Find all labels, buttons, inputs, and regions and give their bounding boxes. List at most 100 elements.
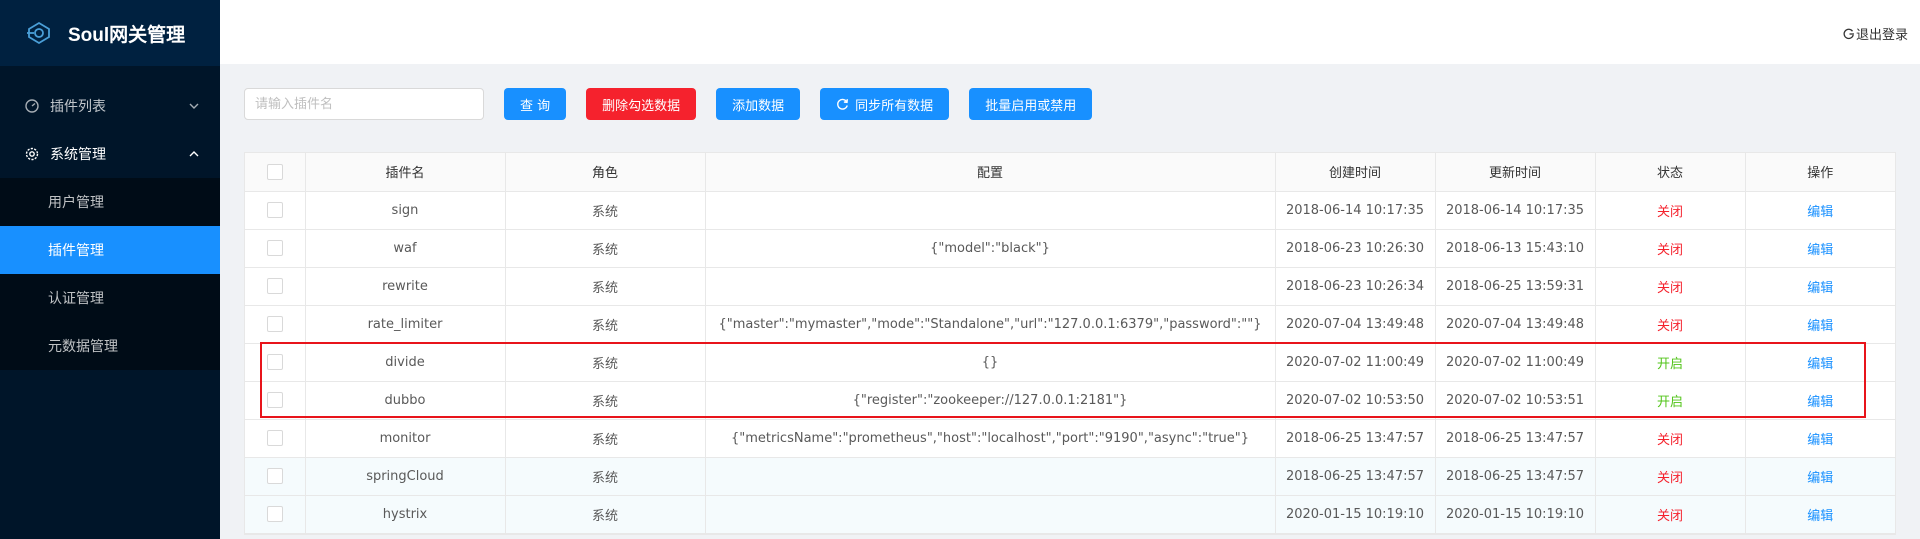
config-cell: [705, 457, 1276, 496]
status-cell: 关闭: [1595, 457, 1746, 496]
role-cell: 系统: [505, 495, 706, 534]
column-header: 角色: [505, 153, 706, 192]
edit-link[interactable]: 编辑: [1807, 395, 1833, 410]
column-header: 状态: [1595, 153, 1746, 192]
row-select-cell[interactable]: [245, 419, 306, 458]
logout-button[interactable]: 退出登录: [1843, 24, 1908, 43]
row-select-cell[interactable]: [245, 305, 306, 344]
config-cell: {}: [705, 343, 1276, 382]
config-cell: {"model":"black"}: [705, 229, 1276, 268]
row-select-cell[interactable]: [245, 267, 306, 306]
table-row: monitor 系统 {"metricsName":"prometheus","ho…: [245, 419, 1895, 458]
plugin-name-cell: monitor: [305, 419, 506, 458]
sidebar-item-plugin-management[interactable]: 插件管理: [0, 226, 220, 274]
row-checkbox[interactable]: [266, 316, 283, 332]
edit-link[interactable]: 编辑: [1807, 243, 1833, 258]
table-row: rewrite 系统 2018-06-23 10:26:34 2018-06-25 1…: [245, 267, 1895, 306]
sync-label: 同步所有数据: [855, 98, 934, 114]
batch-toggle-button[interactable]: 批量启用或禁用: [969, 88, 1093, 120]
sidebar-item-user-management[interactable]: 用户管理: [0, 178, 220, 226]
status-cell: 关闭: [1595, 305, 1746, 344]
created-time-cell: 2018-06-25 13:47:57: [1275, 457, 1436, 496]
status-cell: 关闭: [1595, 229, 1746, 268]
table-row: springCloud 系统 2018-06-25 13:47:57 2018-06-…: [245, 457, 1895, 496]
created-time-cell: 2020-01-15 10:19:10: [1275, 495, 1436, 534]
edit-link[interactable]: 编辑: [1807, 471, 1833, 486]
role-cell: 系统: [505, 229, 706, 268]
status-cell: 关闭: [1595, 495, 1746, 534]
edit-link[interactable]: 编辑: [1807, 357, 1833, 372]
row-select-cell[interactable]: [245, 457, 306, 496]
search-input[interactable]: [244, 88, 484, 120]
table-row: rate_limiter 系统 {"master":"mymaster","mode…: [245, 305, 1895, 344]
row-select-cell[interactable]: [245, 229, 306, 268]
row-checkbox[interactable]: [266, 278, 283, 294]
select-all-checkbox[interactable]: [266, 163, 283, 180]
status-cell: 关闭: [1595, 191, 1746, 230]
edit-link[interactable]: 编辑: [1807, 509, 1833, 524]
row-checkbox[interactable]: [266, 506, 283, 522]
plugin-name-cell: waf: [305, 229, 506, 268]
add-data-button[interactable]: 添加数据: [716, 88, 801, 120]
edit-link[interactable]: 编辑: [1807, 281, 1833, 296]
sidebar-item-plugin-list[interactable]: 插件列表: [0, 82, 220, 130]
created-time-cell: 2020-07-04 13:49:48: [1275, 305, 1436, 344]
row-checkbox[interactable]: [266, 202, 283, 218]
logo[interactable]: Soul网关管理: [0, 0, 220, 66]
row-checkbox[interactable]: [266, 430, 283, 446]
row-checkbox[interactable]: [266, 354, 283, 370]
table-row: dubbo 系统 {"register":"zookeeper://127.0.0.…: [245, 381, 1895, 420]
role-cell: 系统: [505, 267, 706, 306]
status-cell: 关闭: [1595, 419, 1746, 458]
edit-link[interactable]: 编辑: [1807, 433, 1833, 448]
plugin-name-cell: springCloud: [305, 457, 506, 496]
table-row: divide 系统{} 2020-07-02 11:00:49 2020-07-02 …: [245, 343, 1895, 382]
created-time-cell: 2018-06-25 13:47:57: [1275, 419, 1436, 458]
action-cell: 编辑: [1745, 381, 1895, 420]
created-time-cell: 2018-06-14 10:17:35: [1275, 191, 1436, 230]
config-cell: [705, 267, 1276, 306]
action-cell: 编辑: [1745, 457, 1895, 496]
row-select-cell[interactable]: [245, 381, 306, 420]
role-cell: 系统: [505, 191, 706, 230]
query-button[interactable]: 查 询: [504, 88, 567, 120]
action-cell: 编辑: [1745, 267, 1895, 306]
sidebar-item-system[interactable]: 系统管理: [0, 130, 220, 178]
role-cell: 系统: [505, 419, 706, 458]
column-header: 创建时间: [1275, 153, 1436, 192]
status-cell: 开启: [1595, 381, 1746, 420]
column-header: 插件名: [305, 153, 506, 192]
action-cell: 编辑: [1745, 495, 1895, 534]
column-header: 操作: [1745, 153, 1895, 192]
sidebar-item-label: 系统管理: [50, 147, 106, 163]
role-cell: 系统: [505, 381, 706, 420]
dashboard-icon: [24, 98, 40, 114]
plugin-name-cell: sign: [305, 191, 506, 230]
plugin-name-cell: divide: [305, 343, 506, 382]
plugin-name-cell: dubbo: [305, 381, 506, 420]
role-cell: 系统: [505, 457, 706, 496]
row-checkbox[interactable]: [266, 240, 283, 256]
updated-time-cell: 2020-07-02 10:53:51: [1435, 381, 1596, 420]
action-cell: 编辑: [1745, 229, 1895, 268]
action-cell: 编辑: [1745, 305, 1895, 344]
updated-time-cell: 2018-06-25 13:47:57: [1435, 457, 1596, 496]
row-checkbox[interactable]: [266, 392, 283, 408]
table-row: waf 系统 {"model":"black"} 2018-06-23 10:26:3…: [245, 229, 1895, 268]
plugin-table: 插件名 角色 配置 创建时间 更新时间 状态 操作 sign 系统 2018-06-…: [244, 152, 1896, 535]
column-header: 更新时间: [1435, 153, 1596, 192]
row-checkbox[interactable]: [266, 468, 283, 484]
row-select-cell[interactable]: [245, 343, 306, 382]
sync-all-button[interactable]: 同步所有数据: [820, 88, 950, 120]
row-select-cell[interactable]: [245, 191, 306, 230]
edit-link[interactable]: 编辑: [1807, 319, 1833, 334]
edit-link[interactable]: 编辑: [1807, 205, 1833, 220]
delete-selected-button[interactable]: 删除勾选数据: [586, 88, 697, 120]
created-time-cell: 2020-07-02 10:53:50: [1275, 381, 1436, 420]
row-select-cell[interactable]: [245, 495, 306, 534]
sidebar-item-metadata-management[interactable]: 元数据管理: [0, 322, 220, 370]
header-select-all[interactable]: [245, 153, 306, 192]
sidebar-item-auth-management[interactable]: 认证管理: [0, 274, 220, 322]
submenu-system: 用户管理 插件管理 认证管理 元数据管理: [0, 178, 220, 370]
config-cell: {"register":"zookeeper://127.0.0.1:2181"…: [705, 381, 1276, 420]
